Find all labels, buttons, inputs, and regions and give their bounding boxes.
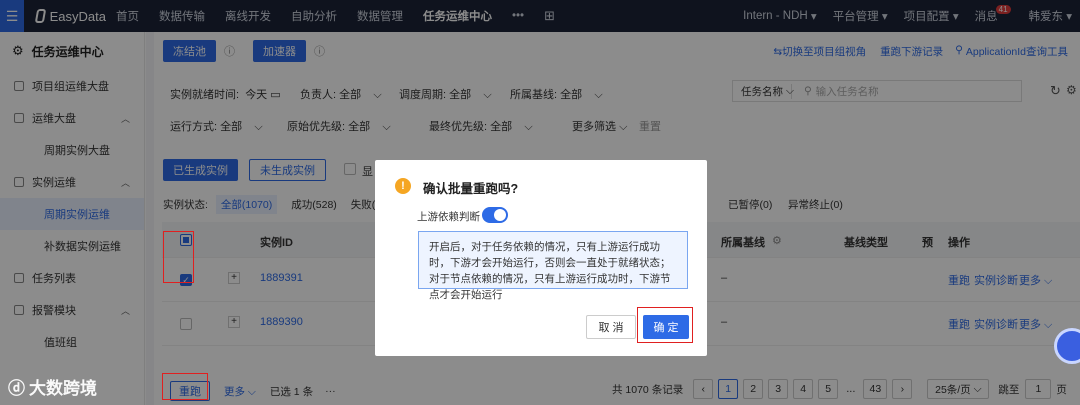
dependency-info-box: 开启后，对于任务依赖的情况，只有上游运行成功时，下游才会开始运行，否则会一直处于… <box>418 231 688 301</box>
watermark-icon: ⓓ <box>8 379 25 398</box>
watermark-logo: ⓓ 大数跨境 <box>8 374 97 399</box>
highlight-confirm-button <box>637 307 693 343</box>
cancel-button[interactable]: 取 消 <box>586 315 636 339</box>
warning-icon: ! <box>395 178 411 194</box>
highlight-checkboxes <box>163 231 194 283</box>
watermark-text: 大数跨境 <box>29 379 97 398</box>
dialog-title: 确认批量重跑吗? <box>423 182 519 196</box>
toggle-knob <box>494 209 506 221</box>
upstream-dependency-label: 上游依赖判断 <box>417 211 480 223</box>
highlight-rerun-button <box>162 373 208 400</box>
upstream-dependency-toggle[interactable] <box>482 207 508 223</box>
